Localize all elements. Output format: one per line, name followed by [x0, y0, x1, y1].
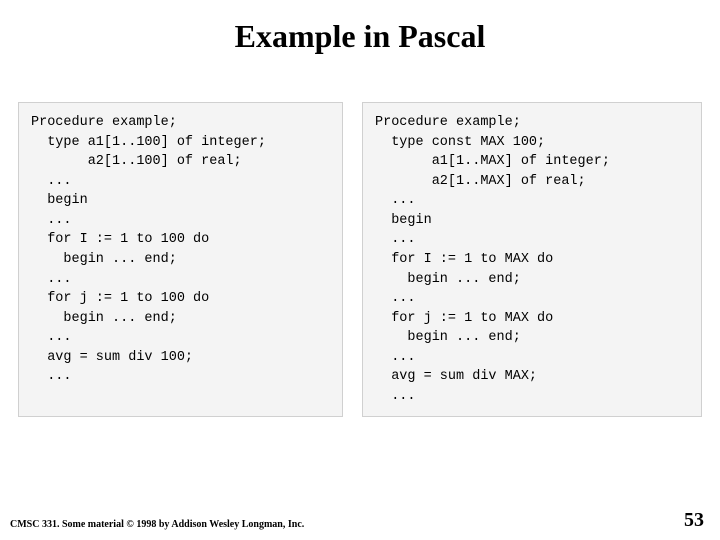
code-block-right: Procedure example; type const MAX 100; a…	[362, 102, 702, 417]
page-number: 53	[684, 509, 704, 532]
slide: Example in Pascal Procedure example; typ…	[0, 0, 720, 540]
footer-copyright: CMSC 331. Some material © 1998 by Addiso…	[10, 519, 304, 530]
slide-title: Example in Pascal	[0, 0, 720, 67]
content-area: Procedure example; type a1[1..100] of in…	[0, 67, 720, 417]
code-block-left: Procedure example; type a1[1..100] of in…	[18, 102, 343, 417]
